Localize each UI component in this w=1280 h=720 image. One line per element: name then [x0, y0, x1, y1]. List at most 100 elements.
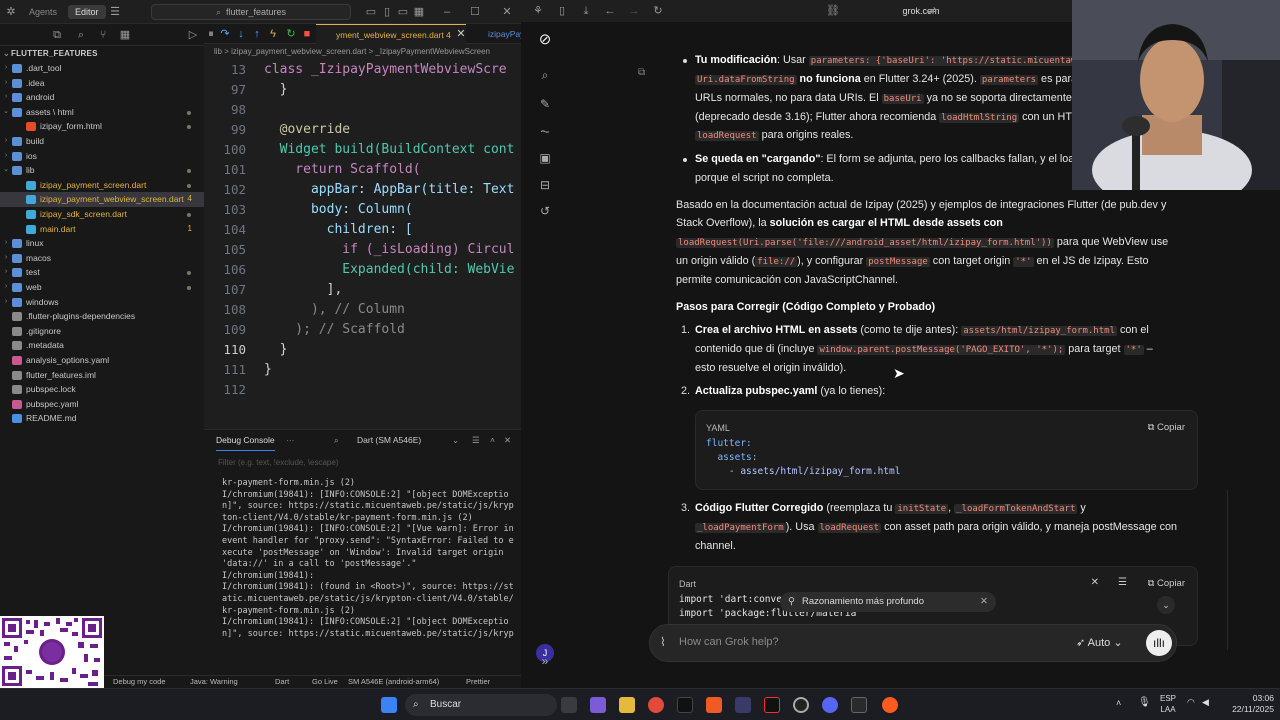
- wifi-icon[interactable]: ◠: [1187, 697, 1195, 708]
- tree-item[interactable]: › macos: [0, 251, 204, 266]
- search-icon[interactable]: ⌕: [536, 66, 554, 84]
- step-into-icon[interactable]: ↓: [234, 27, 248, 41]
- status-dart[interactable]: Dart: [275, 676, 289, 688]
- deep-reasoning-chip[interactable]: ⚲ Razonamiento más profundo ✕: [780, 592, 996, 612]
- mic-icon[interactable]: 🎙︎: [1138, 697, 1151, 708]
- start-button-icon[interactable]: [381, 697, 397, 713]
- hot-reload-icon[interactable]: ϟ: [266, 27, 280, 41]
- tree-item[interactable]: izipay_payment_webview_screen.dart 4: [0, 192, 204, 207]
- brave-icon[interactable]: [706, 697, 722, 713]
- download-icon[interactable]: ⤓: [579, 4, 593, 18]
- tree-item[interactable]: › android: [0, 90, 204, 105]
- code-line[interactable]: 100 Widget build(BuildContext cont: [204, 140, 521, 160]
- tree-item[interactable]: pubspec.lock: [0, 382, 204, 397]
- layout-icon-2[interactable]: ▯: [380, 5, 394, 19]
- tab-close-icon[interactable]: ✕: [454, 27, 468, 41]
- tab-webview-screen[interactable]: yment_webview_screen.dart 4: [316, 24, 466, 44]
- code-line[interactable]: 107 ],: [204, 280, 521, 300]
- command-search[interactable]: ⌕ flutter_features: [151, 4, 351, 20]
- sidebar-toggle-icon[interactable]: ▯: [555, 4, 569, 18]
- minimize-icon[interactable]: –: [440, 5, 454, 19]
- code-line[interactable]: 108 ), // Column: [204, 300, 521, 320]
- device-select[interactable]: Dart (SM A546E): [357, 430, 421, 450]
- code-line[interactable]: 112: [204, 380, 521, 400]
- code-line[interactable]: 13 class _IzipayPaymentWebviewScre: [204, 60, 521, 80]
- tab-webview-2[interactable]: izipayPaymentWebv: [474, 24, 521, 44]
- terminal-icon[interactable]: [677, 697, 693, 713]
- tree-item[interactable]: › ios: [0, 149, 204, 164]
- code-line[interactable]: 104 children: [: [204, 220, 521, 240]
- maximize-icon[interactable]: ☐: [468, 5, 482, 19]
- code-line[interactable]: 98: [204, 100, 521, 120]
- debug-console-tab[interactable]: Debug Console: [216, 430, 275, 451]
- chevron-down-icon[interactable]: ⌄: [452, 430, 459, 450]
- tree-item[interactable]: flutter_features.iml: [0, 368, 204, 383]
- tree-item[interactable]: › build: [0, 134, 204, 149]
- tree-item[interactable]: main.dart 1: [0, 222, 204, 237]
- task-view-icon[interactable]: [561, 697, 577, 713]
- settings-sliders-icon[interactable]: ⇌: [925, 4, 939, 18]
- mode-editor[interactable]: Editor: [68, 5, 106, 19]
- close-panel-icon[interactable]: ✕: [504, 430, 511, 450]
- attach-icon[interactable]: ⌇: [660, 635, 666, 649]
- source-control-icon[interactable]: ⑂: [96, 28, 110, 42]
- tree-item[interactable]: izipay_form.html: [0, 119, 204, 134]
- new-chat-icon[interactable]: ✎: [536, 95, 554, 113]
- forward-icon[interactable]: →: [627, 4, 641, 18]
- status-device[interactable]: SM A546E (android-arm64): [348, 676, 439, 688]
- language-indicator[interactable]: ESP LAA: [1160, 693, 1176, 715]
- history-icon[interactable]: ↺: [536, 202, 554, 220]
- notion-icon[interactable]: [851, 697, 867, 713]
- tree-item[interactable]: › .dart_tool: [0, 61, 204, 76]
- discord-icon[interactable]: [822, 697, 838, 713]
- status-java[interactable]: Java: Warning: [190, 676, 238, 688]
- file-explorer-icon[interactable]: [619, 697, 635, 713]
- copy-button[interactable]: ⧉ Copiar: [1148, 575, 1185, 594]
- grok-logo-icon[interactable]: ⊘: [536, 31, 554, 49]
- back-icon[interactable]: ←: [603, 4, 617, 18]
- code-line[interactable]: 111}: [204, 360, 521, 380]
- run-icon[interactable]: ▷: [186, 28, 200, 42]
- tree-item[interactable]: pubspec.yaml: [0, 397, 204, 412]
- tree-item[interactable]: .flutter-plugins-dependencies: [0, 309, 204, 324]
- copy-message-icon[interactable]: ⧉: [638, 64, 645, 83]
- menu-icon[interactable]: ☰: [108, 5, 122, 19]
- code-line[interactable]: 103 body: Column(: [204, 200, 521, 220]
- volume-icon[interactable]: ◀: [1202, 697, 1209, 708]
- clock[interactable]: 03:06 22/11/2025: [1212, 693, 1274, 715]
- restart-icon[interactable]: ↻: [284, 27, 298, 41]
- status-prettier[interactable]: Prettier: [466, 676, 490, 688]
- wrap-icon[interactable]: ☰: [1118, 574, 1127, 593]
- copy-button[interactable]: ⧉ Copiar: [1148, 419, 1185, 438]
- reload-icon[interactable]: ↻: [651, 4, 665, 18]
- voice-mode-button[interactable]: ıllı: [1146, 630, 1172, 656]
- github-icon[interactable]: [793, 697, 809, 713]
- voice-icon[interactable]: ⏦: [536, 122, 554, 140]
- more-icon[interactable]: ···: [286, 430, 295, 450]
- expand-sidebar-icon[interactable]: »: [536, 652, 554, 670]
- layout-icon-4[interactable]: ▦: [412, 5, 426, 19]
- tiktok-icon[interactable]: [764, 697, 780, 713]
- status-debug[interactable]: Debug my code: [113, 676, 166, 688]
- code-line[interactable]: 110 }: [204, 340, 521, 360]
- maximize-panel-icon[interactable]: ˄: [490, 430, 495, 450]
- app-icon[interactable]: [882, 697, 898, 713]
- code-line[interactable]: 109 ); // Scaffold: [204, 320, 521, 340]
- code-line[interactable]: 106 Expanded(child: WebVie: [204, 260, 521, 280]
- step-out-icon[interactable]: ↑: [250, 27, 264, 41]
- tree-item[interactable]: › web: [0, 280, 204, 295]
- close-icon[interactable]: ✕: [500, 5, 514, 19]
- taskbar-search[interactable]: ⌕ Buscar: [405, 694, 557, 716]
- tree-item[interactable]: .metadata: [0, 338, 204, 353]
- model-select[interactable]: ➶ Auto ⌄: [1076, 636, 1123, 649]
- layout-icon[interactable]: ▭: [364, 5, 378, 19]
- tree-item[interactable]: › .idea: [0, 76, 204, 91]
- scroll-down-button[interactable]: ⌄: [1157, 596, 1175, 614]
- tree-item[interactable]: analysis_options.yaml: [0, 353, 204, 368]
- code-line[interactable]: 101 return Scaffold(: [204, 160, 521, 180]
- code-line[interactable]: 102 appBar: AppBar(title: Text: [204, 180, 521, 200]
- cursor-app-icon[interactable]: [735, 697, 751, 713]
- extensions-icon[interactable]: ▦: [118, 28, 132, 42]
- copilot-icon[interactable]: [590, 697, 606, 713]
- copy-icon[interactable]: ⧉: [50, 28, 64, 42]
